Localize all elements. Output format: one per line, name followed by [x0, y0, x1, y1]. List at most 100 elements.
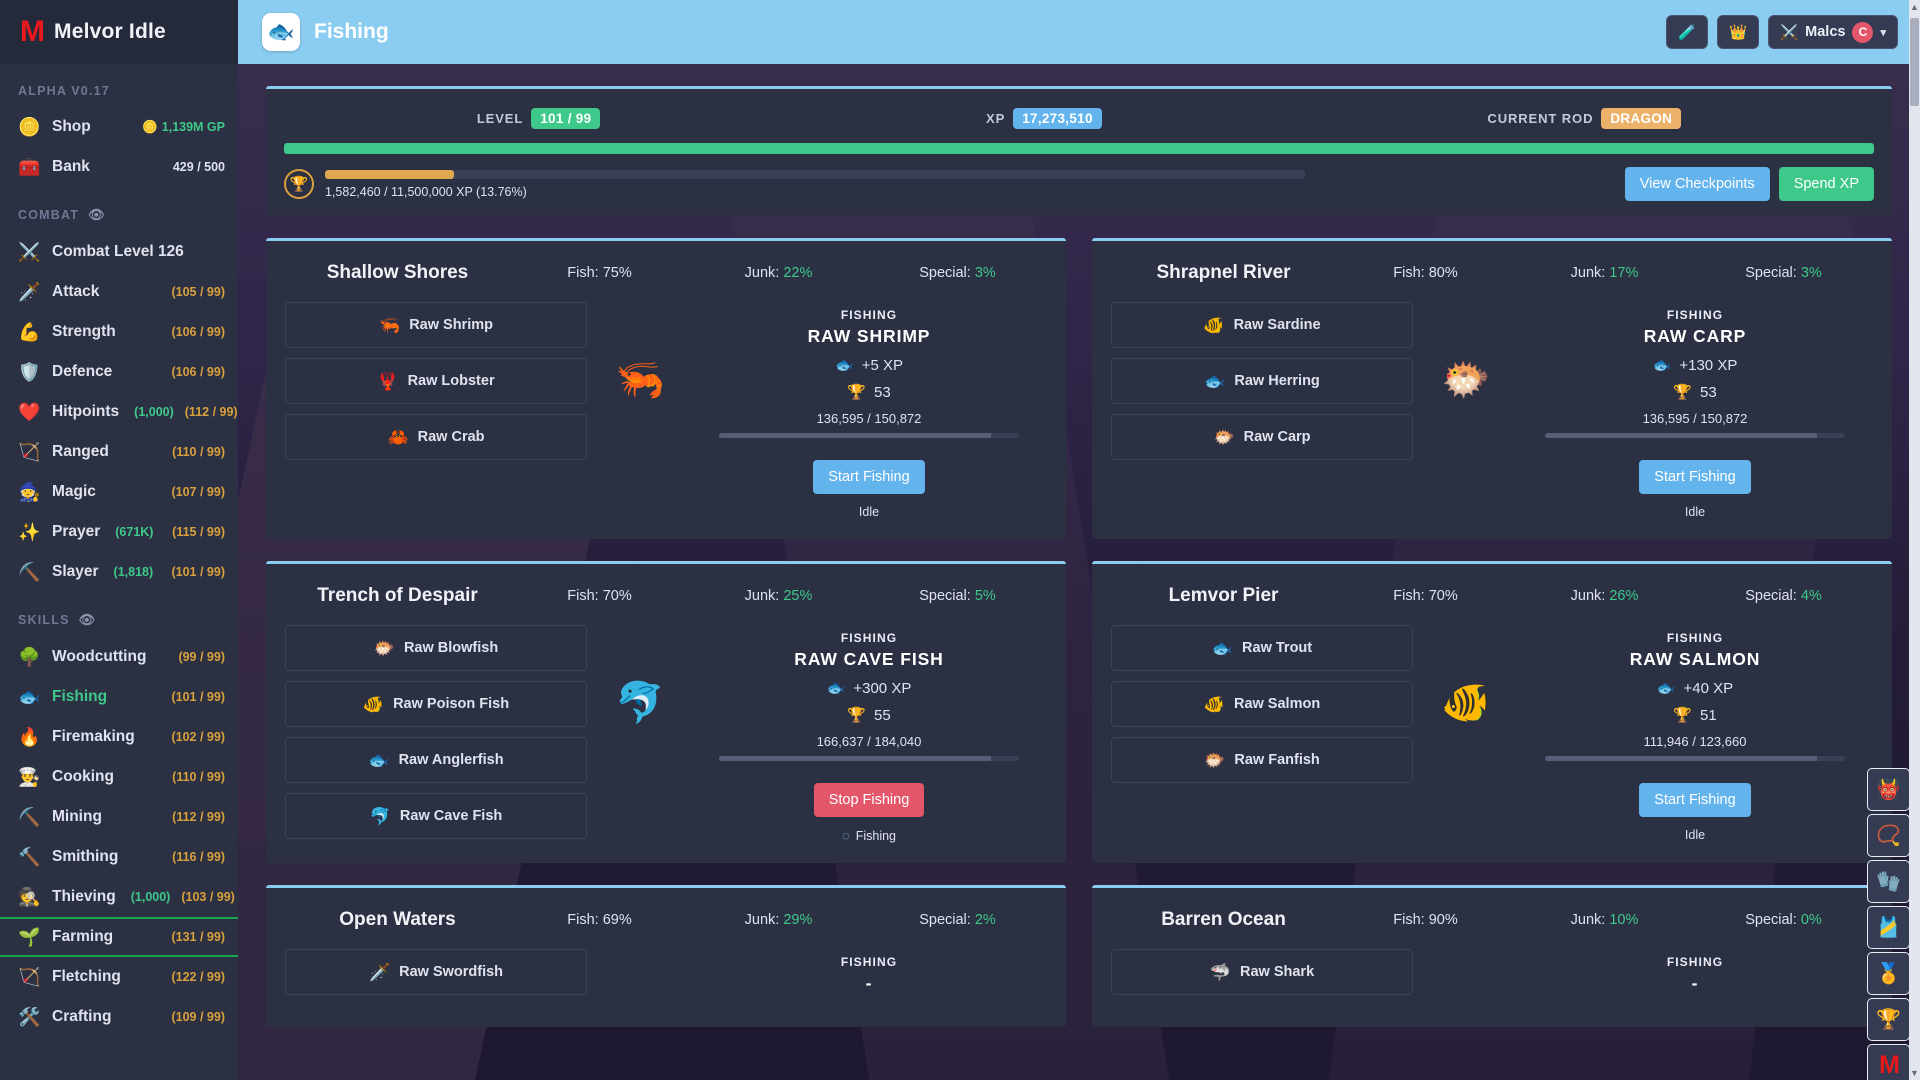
fish-option[interactable]: 🦀 Raw Crab [285, 414, 587, 460]
stop-fishing-button[interactable]: Stop Fishing [813, 783, 925, 817]
skill-icon: 🛡️ [18, 362, 41, 382]
sidebar-item-crafting[interactable]: 🛠️ Crafting (109 / 99) [0, 997, 238, 1037]
eye-icon[interactable]: 👁 [79, 612, 97, 628]
fish-option[interactable]: 🐟 Raw Herring [1111, 358, 1413, 404]
fish-option[interactable]: 🐠 Raw Poison Fish [285, 681, 587, 727]
fish-option[interactable]: 🐟 Raw Trout [1111, 625, 1413, 671]
account-name: Malcs [1805, 24, 1846, 40]
brand[interactable]: M Melvor Idle [0, 0, 238, 64]
fish-icon: 🐠 [1203, 694, 1225, 714]
area-detail-panel: 🐡 FISHING RAW CARP 🐟 +130 XP 🏆 53 136,595 / 150… [1421, 302, 1873, 519]
gloves-icon[interactable]: 🧤 [1867, 860, 1910, 903]
fish-icon: 🦐 [379, 315, 401, 335]
fish-option[interactable]: 🗡️ Raw Swordfish [285, 949, 587, 995]
potions-button[interactable]: 🧪 [1665, 15, 1709, 49]
sidebar-item-bank[interactable]: 🧰 Bank 429 / 500 [0, 147, 238, 187]
sidebar-item-combat-level-126[interactable]: ⚔️ Combat Level 126 [0, 232, 238, 272]
combat-section-header: COMBAT 👁 [0, 187, 238, 232]
mastery-mini-fill [1545, 433, 1817, 438]
sidebar-item-firemaking[interactable]: 🔥 Firemaking (102 / 99) [0, 717, 238, 757]
xp-amount: +300 XP [853, 679, 912, 697]
melvor-logo-icon[interactable]: M [1867, 1044, 1910, 1080]
selected-fish-detail: FISHING - [1517, 955, 1873, 994]
shop-gp: 🪙 1,139M GP [142, 119, 225, 135]
sidebar-item-thieving[interactable]: 🕵️ Thieving (1,000) (103 / 99) [0, 877, 238, 917]
selected-fish-name: RAW CARP [1643, 326, 1747, 346]
fish-chance: Fish: 70% [567, 588, 632, 604]
action-wrap: Start Fishing [1517, 783, 1873, 817]
junk-chance: Junk: 17% [1570, 265, 1639, 281]
skill-level: (101 / 99) [171, 690, 225, 704]
spend-xp-button[interactable]: Spend XP [1778, 167, 1874, 201]
medal-icon[interactable]: 🏅 [1867, 952, 1910, 995]
item-label: Smithing [52, 848, 119, 865]
scroll-down-arrow[interactable]: ▼ [1909, 1068, 1920, 1078]
special-chance: Special: 3% [1745, 265, 1822, 281]
sidebar-item-strength[interactable]: 💪 Strength (106 / 99) [0, 312, 238, 352]
fish-icon: 🐬 [369, 806, 391, 826]
account-menu-button[interactable]: ⚔️ Malcs C ▾ [1768, 15, 1898, 49]
special-chance: Special: 0% [1745, 912, 1822, 928]
sidebar-item-shop[interactable]: 🪙 Shop 🪙 1,139M GP [0, 107, 238, 147]
skill-icon: 🔨 [18, 847, 41, 867]
fish-option[interactable]: 🐬 Raw Cave Fish [285, 793, 587, 839]
fish-option[interactable]: 🐡 Raw Fanfish [1111, 737, 1413, 783]
trophy-icon[interactable]: 🏆 [1867, 998, 1910, 1041]
sidebar-item-slayer[interactable]: ⛏️ Slayer (1,818) (101 / 99) [0, 552, 238, 592]
sidebar-item-farming[interactable]: 🌱 Farming (131 / 99) [0, 917, 238, 957]
mastery-pool-fill [325, 169, 455, 179]
mastery-mini-track [719, 756, 1019, 761]
sidebar-item-woodcutting[interactable]: 🌳 Woodcutting (99 / 99) [0, 637, 238, 677]
start-fishing-button[interactable]: Start Fishing [1639, 783, 1751, 817]
skill-mastery: (1,818) [113, 565, 154, 579]
fish-xp-icon: 🐟 [835, 357, 854, 374]
sidebar-item-smithing[interactable]: 🔨 Smithing (116 / 99) [0, 837, 238, 877]
mastery-level: 53 [1700, 383, 1717, 401]
start-fishing-button[interactable]: Start Fishing [813, 460, 925, 494]
sidebar-item-ranged[interactable]: 🏹 Ranged (110 / 99) [0, 432, 238, 472]
skill-icon: 🔥 [18, 727, 41, 747]
sidebar-item-cooking[interactable]: 👨‍🍳 Cooking (110 / 99) [0, 757, 238, 797]
fish-list: 🐠 Raw Sardine 🐟 Raw Herring 🐡 Raw Carp [1111, 302, 1413, 519]
sidebar-item-prayer[interactable]: ✨ Prayer (671K) (115 / 99) [0, 512, 238, 552]
sidebar-item-defence[interactable]: 🛡️ Defence (106 / 99) [0, 352, 238, 392]
fish-list: 🦐 Raw Shrimp 🦞 Raw Lobster 🦀 Raw Crab [285, 302, 587, 519]
status-text: Idle [1684, 505, 1706, 519]
area-status: Idle [1517, 505, 1873, 519]
xp-action-buttons: View Checkpoints Spend XP [1624, 167, 1874, 201]
fish-icon: 🐟 [1211, 638, 1234, 658]
page-scrollbar[interactable]: ▲ ▼ [1909, 0, 1920, 1080]
cape-icon[interactable]: 🎽 [1867, 906, 1910, 949]
fish-option[interactable]: 🦞 Raw Lobster [285, 358, 587, 404]
scroll-up-arrow[interactable]: ▲ [1909, 2, 1920, 12]
fish-label: Raw Anglerfish [398, 752, 504, 768]
fish-option[interactable]: 🐟 Raw Anglerfish [285, 737, 587, 783]
sidebar-item-fishing[interactable]: 🐟 Fishing (101 / 99) [0, 677, 238, 717]
junk-chance: Junk: 22% [744, 265, 813, 281]
eye-icon[interactable]: 👁 [88, 207, 106, 223]
fish-option[interactable]: 🐠 Raw Sardine [1111, 302, 1413, 348]
sidebar-item-fletching[interactable]: 🏹 Fletching (122 / 99) [0, 957, 238, 997]
view-checkpoints-button[interactable]: View Checkpoints [1624, 167, 1770, 201]
sidebar-item-attack[interactable]: 🗡️ Attack (105 / 99) [0, 272, 238, 312]
fish-option[interactable]: 🦈 Raw Shark [1111, 949, 1413, 995]
amulet-icon[interactable]: 📿 [1867, 814, 1910, 857]
start-fishing-button[interactable]: Start Fishing [1639, 460, 1751, 494]
sidebar-item-hitpoints[interactable]: ❤️ Hitpoints (1,000) (112 / 99) [0, 392, 238, 432]
fish-option[interactable]: 🐡 Raw Blowfish [285, 625, 587, 671]
scrollbar-thumb[interactable] [1910, 18, 1919, 106]
area-header: Open Waters Fish: 69% Junk: 29% Special: 2% [285, 905, 1047, 949]
crown-button[interactable]: 👑 [1717, 15, 1760, 49]
trophy-icon: 🏆 [289, 176, 309, 193]
sidebar-item-magic[interactable]: 🧙 Magic (107 / 99) [0, 472, 238, 512]
fish-option[interactable]: 🐠 Raw Salmon [1111, 681, 1413, 727]
area-detail-panel: FISHING - [595, 949, 1047, 1007]
fish-option[interactable]: 🦐 Raw Shrimp [285, 302, 587, 348]
fishing-area-card: Lemvor Pier Fish: 70% Junk: 26% Special: 4%… [1092, 561, 1892, 863]
sidebar-item-mining[interactable]: ⛏️ Mining (112 / 99) [0, 797, 238, 837]
skill-level: (105 / 99) [171, 285, 225, 299]
fish-label: Raw Lobster [407, 373, 495, 389]
fish-option[interactable]: 🐡 Raw Carp [1111, 414, 1413, 460]
combat-helmet-icon[interactable]: 👹 [1867, 768, 1910, 811]
page-content: LEVEL 101 / 99 XP 17,273,510 CURRENT ROD… [238, 64, 1920, 1027]
